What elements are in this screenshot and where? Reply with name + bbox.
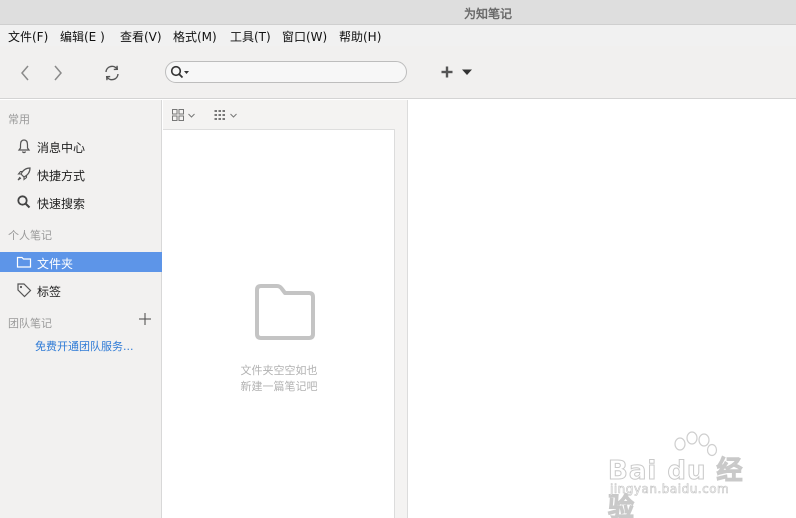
title-bar: 为知笔记 bbox=[0, 0, 796, 25]
enable-team-service-link[interactable]: 免费开通团队服务... bbox=[35, 338, 134, 354]
search-icon bbox=[17, 195, 31, 209]
rocket-icon bbox=[17, 167, 31, 181]
sidebar-item-folders[interactable]: 文件夹 bbox=[0, 252, 162, 272]
sidebar-item-quick-search[interactable]: 快速搜索 bbox=[0, 192, 162, 212]
sidebar-item-messages[interactable]: 消息中心 bbox=[0, 136, 162, 156]
empty-folder-icon bbox=[255, 284, 315, 340]
menu-bar: 文件(F) 编辑(E ) 查看(V) 格式(M) 工具(T) 窗口(W) 帮助(… bbox=[0, 25, 796, 46]
window-title: 为知笔记 bbox=[463, 7, 512, 21]
chevron-right-icon bbox=[54, 65, 62, 81]
menu-help[interactable]: 帮助(H) bbox=[339, 28, 381, 45]
sync-button[interactable] bbox=[101, 62, 123, 84]
section-personal: 个人笔记 bbox=[8, 229, 52, 242]
plus-icon bbox=[441, 66, 453, 78]
sort-mode-button[interactable] bbox=[213, 108, 239, 122]
add-team-icon[interactable] bbox=[138, 312, 152, 326]
sidebar-item-label: 标签 bbox=[37, 285, 62, 299]
pane-splitter[interactable] bbox=[395, 100, 408, 518]
empty-message-line1: 文件夹空空如也 bbox=[240, 364, 318, 377]
sidebar-item-label: 快捷方式 bbox=[37, 169, 86, 183]
new-note-button[interactable] bbox=[436, 62, 478, 82]
sidebar: 常用 消息中心 快捷方式 快速搜索 个人笔记 文件夹 标签 团队笔记 免费开通团… bbox=[0, 100, 162, 518]
back-button[interactable] bbox=[15, 63, 35, 83]
menu-tools[interactable]: 工具(T) bbox=[230, 28, 271, 45]
section-common: 常用 bbox=[8, 113, 30, 126]
chevron-left-icon bbox=[21, 65, 29, 81]
menu-window[interactable]: 窗口(W) bbox=[282, 28, 327, 45]
folder-icon bbox=[16, 256, 32, 268]
menu-format[interactable]: 格式(M) bbox=[173, 28, 217, 45]
list-view-icon bbox=[214, 110, 225, 120]
sidebar-item-shortcuts[interactable]: 快捷方式 bbox=[0, 164, 162, 184]
toolbar bbox=[0, 46, 796, 99]
menu-edit[interactable]: 编辑(E ) bbox=[60, 28, 105, 45]
search-box[interactable] bbox=[165, 61, 407, 83]
forward-button[interactable] bbox=[48, 63, 68, 83]
tag-icon bbox=[17, 283, 32, 298]
note-list-pane: 文件夹空空如也 新建一篇笔记吧 bbox=[163, 100, 395, 518]
empty-message-line2: 新建一篇笔记吧 bbox=[240, 380, 318, 393]
caret-down-icon bbox=[462, 69, 472, 75]
view-mode-button[interactable] bbox=[171, 108, 197, 122]
bell-icon bbox=[17, 139, 31, 154]
list-toolbar bbox=[163, 100, 395, 130]
search-input[interactable] bbox=[192, 64, 397, 80]
search-icon bbox=[170, 65, 189, 79]
sidebar-item-label: 消息中心 bbox=[37, 141, 86, 155]
grid-view-icon bbox=[172, 109, 184, 121]
chevron-down-icon bbox=[188, 113, 195, 118]
refresh-icon bbox=[105, 65, 119, 81]
section-team: 团队笔记 bbox=[8, 317, 52, 330]
sidebar-item-tags[interactable]: 标签 bbox=[0, 280, 162, 300]
chevron-down-icon bbox=[230, 113, 237, 118]
menu-file[interactable]: 文件(F) bbox=[8, 28, 48, 45]
baidu-jingyan-watermark: Bai du 经验 jingyan.baidu.com bbox=[608, 431, 758, 518]
watermark-url: jingyan.baidu.com bbox=[610, 482, 730, 497]
menu-view[interactable]: 查看(V) bbox=[120, 28, 162, 45]
sidebar-item-label: 文件夹 bbox=[37, 257, 74, 271]
sidebar-item-label: 快速搜索 bbox=[37, 197, 86, 211]
